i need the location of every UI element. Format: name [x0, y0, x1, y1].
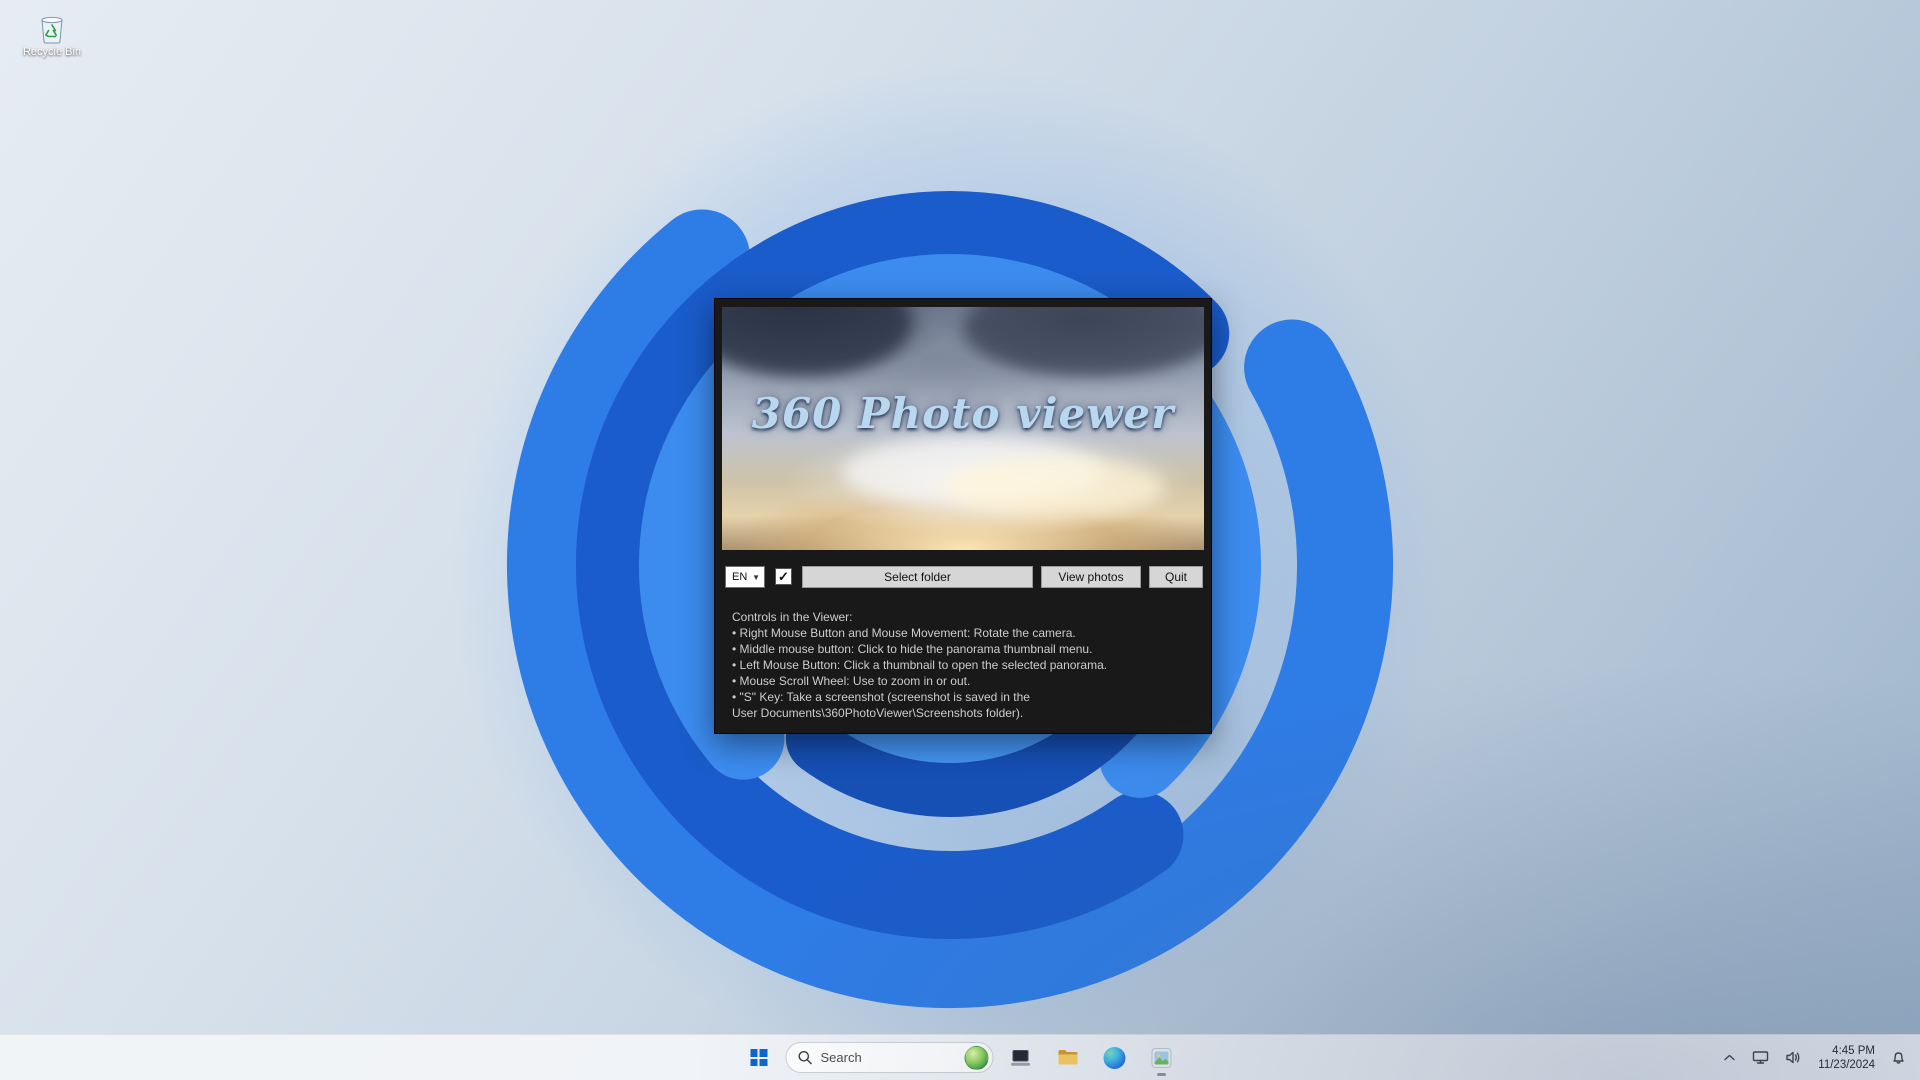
check-icon: ✓	[778, 569, 789, 585]
file-explorer-icon	[1056, 1046, 1079, 1069]
taskbar-item-desktop-app[interactable]	[1001, 1038, 1041, 1078]
volume-button[interactable]	[1779, 1038, 1808, 1078]
instruction-line: User Documents\360PhotoViewer\Screenshot…	[732, 705, 1197, 721]
instruction-line: • "S" Key: Take a screenshot (screenshot…	[732, 689, 1197, 705]
instruction-line: • Left Mouse Button: Click a thumbnail t…	[732, 657, 1197, 673]
cloud-shape	[964, 307, 1204, 377]
language-value: EN	[732, 571, 747, 583]
instruction-line: • Mouse Scroll Wheel: Use to zoom in or …	[732, 673, 1197, 689]
taskbar-item-edge[interactable]	[1095, 1038, 1135, 1078]
windows-logo-icon	[750, 1049, 767, 1066]
wallpaper-bloom	[0, 0, 1920, 1080]
view-photos-button[interactable]: View photos	[1041, 566, 1141, 588]
search-highlight-icon	[965, 1046, 989, 1070]
search-box[interactable]: Search	[786, 1042, 994, 1073]
recycle-bin-label: Recycle Bin	[23, 46, 81, 58]
photos-app-icon	[1151, 1047, 1173, 1069]
running-app-indicator	[1157, 1073, 1166, 1076]
recycle-bin-icon	[37, 12, 67, 44]
instructions-title: Controls in the Viewer:	[732, 609, 1197, 625]
notification-center-button[interactable]	[1885, 1038, 1912, 1078]
instructions-block: Controls in the Viewer: • Right Mouse Bu…	[732, 609, 1197, 721]
tray-overflow-button[interactable]	[1717, 1038, 1742, 1078]
recycle-bin-shortcut[interactable]: Recycle Bin	[16, 12, 88, 78]
option-checkbox[interactable]: ✓	[775, 568, 792, 585]
instruction-line: • Right Mouse Button and Mouse Movement:…	[732, 625, 1197, 641]
desktop: Recycle Bin 360 Photo viewer EN ▼ ✓ Sele…	[0, 0, 1920, 1080]
network-icon	[1752, 1050, 1769, 1065]
photo-viewer-window: 360 Photo viewer EN ▼ ✓ Select folder Vi…	[714, 298, 1212, 734]
clock-date: 11/23/2024	[1818, 1058, 1875, 1072]
taskbar-center-group: Search	[739, 1035, 1182, 1080]
taskbar: Search	[0, 1034, 1920, 1080]
taskbar-item-photo-viewer[interactable]	[1142, 1038, 1182, 1078]
network-status-button[interactable]	[1746, 1038, 1775, 1078]
chevron-down-icon: ▼	[752, 573, 760, 582]
taskbar-item-file-explorer[interactable]	[1048, 1038, 1088, 1078]
banner-image: 360 Photo viewer	[722, 307, 1204, 550]
clock-time: 4:45 PM	[1818, 1044, 1875, 1058]
desktop-app-icon	[1010, 1047, 1032, 1069]
cloud-shape	[842, 437, 1102, 507]
cloud-shape	[944, 457, 1164, 517]
system-tray: 4:45 PM 11/23/2024	[1717, 1035, 1912, 1080]
start-button[interactable]	[739, 1038, 779, 1078]
taskbar-clock[interactable]: 4:45 PM 11/23/2024	[1812, 1044, 1881, 1072]
volume-icon	[1785, 1050, 1802, 1065]
banner-title: 360 Photo viewer	[722, 389, 1204, 438]
instruction-line: • Middle mouse button: Click to hide the…	[732, 641, 1197, 657]
search-icon	[798, 1050, 813, 1065]
search-label: Search	[821, 1050, 957, 1065]
controls-row: EN ▼ ✓ Select folder View photos Quit	[715, 564, 1211, 590]
chevron-up-icon	[1723, 1053, 1736, 1062]
quit-button[interactable]: Quit	[1149, 566, 1203, 588]
select-folder-button[interactable]: Select folder	[802, 566, 1033, 588]
edge-icon	[1104, 1047, 1126, 1069]
cloud-shape	[722, 307, 912, 377]
language-select[interactable]: EN ▼	[725, 566, 765, 588]
notification-bell-icon	[1891, 1050, 1906, 1065]
